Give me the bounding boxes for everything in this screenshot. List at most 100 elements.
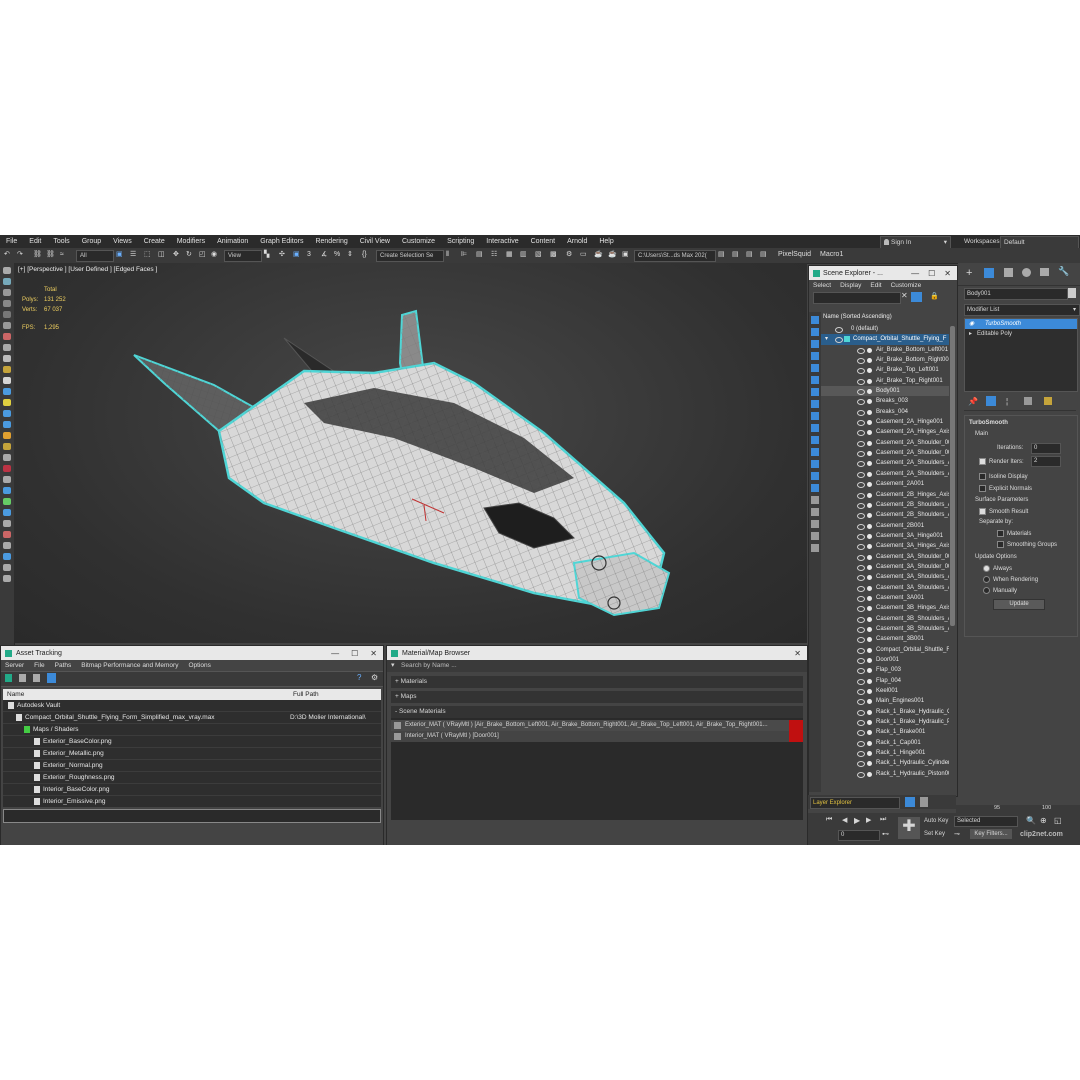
edit-named-selection-icon[interactable]: {}	[362, 250, 367, 260]
scene-menu-item[interactable]: Display	[840, 282, 861, 289]
tool-icon[interactable]	[3, 355, 11, 362]
eye-icon[interactable]	[835, 337, 843, 344]
graphite-icon[interactable]: ▦	[506, 250, 513, 260]
scene-object-row[interactable]: Casement_2A_Shoulders_Axis	[821, 469, 949, 479]
rectangle-select-icon[interactable]: ⬚	[144, 250, 151, 260]
show-end-result-icon[interactable]	[986, 396, 996, 406]
maximize-icon[interactable]: ☐	[928, 269, 935, 278]
menu-item[interactable]: Rendering	[309, 238, 353, 245]
eye-icon[interactable]	[857, 699, 865, 706]
eye-icon[interactable]	[857, 616, 865, 623]
scene-object-row[interactable]: Rack_1_Brake_Hydraulic_Pistor	[821, 717, 949, 727]
scene-object-row[interactable]: Casement_2A_Hinge001	[821, 417, 949, 427]
menu-item[interactable]: Scripting	[441, 238, 480, 245]
key-mode-icon[interactable]: ⊷	[882, 830, 889, 838]
eye-icon[interactable]	[857, 409, 865, 416]
tool-icon[interactable]	[3, 553, 11, 560]
create-icon[interactable]	[3, 278, 11, 285]
scene-explorer-icon[interactable]: ☷	[491, 250, 497, 260]
when-rendering-radio[interactable]	[983, 576, 990, 583]
key-set-dropdown[interactable]: Selected	[954, 816, 1018, 827]
tool-icon[interactable]	[3, 476, 11, 483]
scene-scrollbar[interactable]	[950, 326, 955, 626]
set-key-label[interactable]: Set Key	[924, 831, 945, 837]
hierarchy-tab-icon[interactable]	[1004, 268, 1013, 277]
create-tab-icon[interactable]: +	[966, 267, 972, 279]
geometry-filter-icon[interactable]	[811, 316, 819, 324]
cameras-filter-icon[interactable]	[811, 352, 819, 360]
column-name[interactable]: Name	[3, 691, 24, 698]
lock-icon[interactable]: 🔒	[930, 292, 939, 300]
tool-icon[interactable]	[3, 366, 11, 373]
explicit-normals-row[interactable]: Explicit Normals	[979, 485, 1032, 492]
layer-row[interactable]: 0 (default)	[821, 324, 949, 334]
manually-row[interactable]: Manually	[983, 587, 1017, 594]
layer-explorer-dropdown[interactable]: Layer Explorer	[810, 797, 900, 809]
reference-coordinate-dropdown[interactable]: View	[224, 250, 262, 262]
eye-icon[interactable]	[857, 482, 865, 489]
go-to-end-icon[interactable]: ⏭	[880, 816, 886, 824]
align-icon[interactable]: ⊫	[461, 250, 467, 260]
root-row[interactable]: ▾ Compact_Orbital_Shuttle_Flying_F	[821, 334, 949, 345]
place-icon[interactable]: ◉	[211, 250, 217, 260]
motion-icon[interactable]	[3, 311, 11, 318]
table-row[interactable]: Maps / Shaders	[3, 724, 381, 736]
scene-object-row[interactable]: Casement_3A_Hinge001	[821, 531, 949, 541]
material-search-input[interactable]: Search by Name ...	[401, 662, 457, 669]
chevron-down-icon[interactable]: ▾	[391, 661, 395, 669]
smoothing-groups-checkbox[interactable]	[997, 541, 1004, 548]
pin-stack-icon[interactable]: 📌	[968, 397, 978, 406]
lights-filter-icon[interactable]	[811, 340, 819, 348]
bind-icon[interactable]: ≈	[60, 250, 64, 260]
tool-icon[interactable]	[3, 454, 11, 461]
material-search-bar[interactable]: ▾ Search by Name ...	[387, 660, 807, 672]
selection-filter[interactable]: All	[76, 250, 114, 262]
eye-icon[interactable]	[857, 358, 865, 365]
materials-section[interactable]: + Materials	[391, 676, 803, 688]
rendered-frame-icon[interactable]: ▭	[580, 250, 587, 260]
tool-icon[interactable]	[3, 432, 11, 439]
spacewarps-filter-icon[interactable]	[811, 376, 819, 384]
menu-item[interactable]: Help	[593, 238, 619, 245]
remove-modifier-icon[interactable]	[1024, 397, 1032, 405]
table-row[interactable]: Interior_BaseColor.png	[3, 784, 381, 796]
spinner-snap-icon[interactable]: ⇕	[347, 250, 353, 260]
settings-icon[interactable]: ⚙	[371, 673, 378, 682]
close-icon[interactable]: ✕	[794, 649, 801, 658]
scene-object-row[interactable]: Casement_2A001	[821, 479, 949, 489]
render-iters-checkbox[interactable]	[979, 458, 986, 465]
materials-checkbox[interactable]	[997, 530, 1004, 537]
link-icon[interactable]: ⛓	[33, 250, 42, 260]
scene-object-row[interactable]: Casement_2B_Shoulders_Axis	[821, 500, 949, 510]
invert-filter-icon[interactable]	[811, 484, 819, 492]
set-key-button[interactable]: ✚	[898, 817, 920, 839]
menu-item[interactable]: Edit	[23, 238, 47, 245]
motion-tab-icon[interactable]	[1022, 268, 1031, 277]
pivot-icon[interactable]: ▚	[264, 250, 269, 260]
key-filters-icon[interactable]: ⊸	[954, 830, 960, 838]
mirror-icon[interactable]: ⫴	[446, 250, 449, 260]
scene-object-row[interactable]: Casement_3A_Shoulders_Axis	[821, 572, 949, 582]
zoom-icon[interactable]: 🔍	[1026, 816, 1036, 825]
asset-menu-item[interactable]: File	[34, 662, 44, 669]
tool-icon[interactable]	[3, 443, 11, 450]
table-row[interactable]: Exterior_Roughness.png	[3, 772, 381, 784]
table-row[interactable]: Compact_Orbital_Shuttle_Flying_Form_Simp…	[3, 712, 381, 724]
update-button[interactable]: Update	[993, 599, 1045, 610]
previous-frame-icon[interactable]: ◀	[842, 816, 847, 824]
scene-object-row[interactable]: Air_Brake_Bottom_Right001	[821, 355, 949, 365]
options-filter-icon[interactable]	[811, 508, 819, 516]
select-icon[interactable]	[3, 267, 11, 274]
rotate-icon[interactable]: ↻	[186, 250, 192, 260]
menu-item[interactable]: Customize	[396, 238, 441, 245]
unlink-icon[interactable]: ⛓	[46, 250, 55, 260]
modifier-stack-item-turbosmooth[interactable]: ◉ TurboSmooth	[965, 319, 1077, 329]
tool-icon[interactable]	[3, 542, 11, 549]
eye-icon[interactable]	[857, 564, 865, 571]
menu-item[interactable]: Create	[138, 238, 171, 245]
menu-item[interactable]: Arnold	[561, 238, 593, 245]
tool-icon[interactable]	[3, 410, 11, 417]
render-iterative-icon[interactable]: ☕	[608, 250, 617, 260]
asset-menu-item[interactable]: Bitmap Performance and Memory	[81, 662, 178, 669]
tree-view-icon[interactable]	[33, 674, 40, 682]
